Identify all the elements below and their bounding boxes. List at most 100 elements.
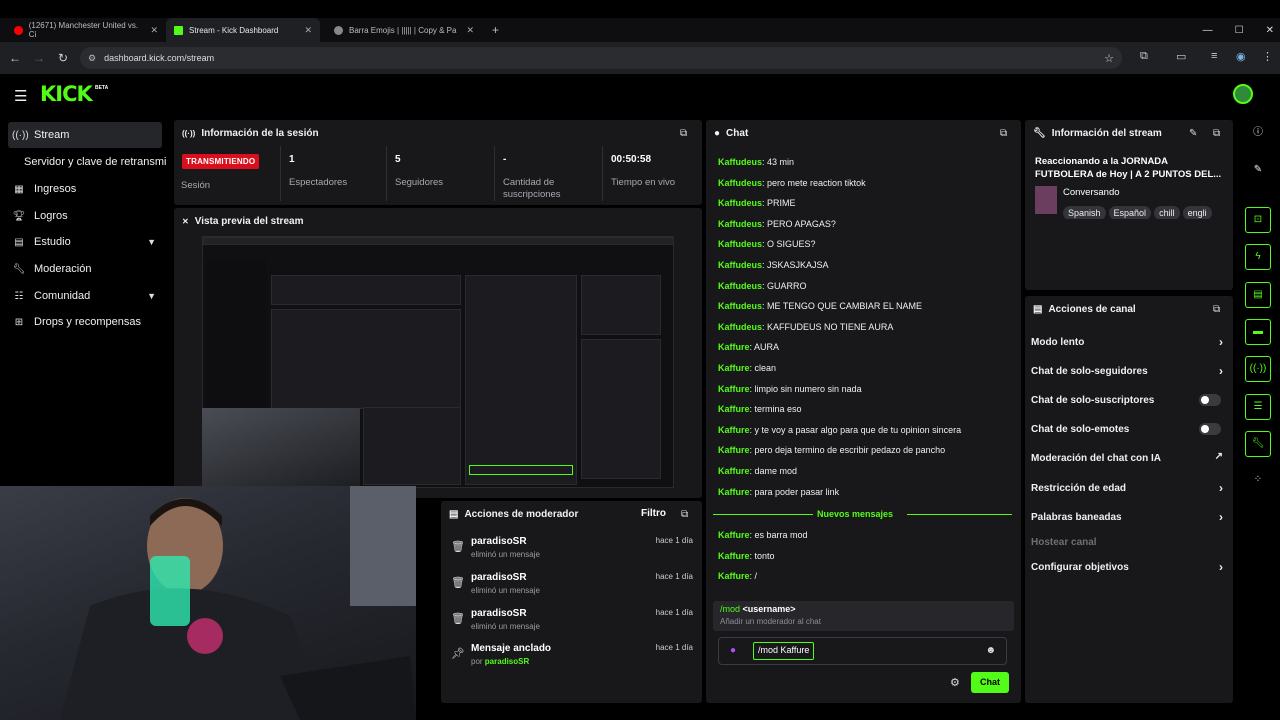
forward-icon[interactable]: →: [27, 51, 51, 65]
sidebar-item-logros[interactable]: 🏆︎ Logros: [8, 203, 162, 229]
chat-message[interactable]: Kaffudeus: GUARRO: [718, 281, 807, 291]
popout-icon[interactable]: ⧉: [1213, 304, 1220, 315]
browser-menu-icon[interactable]: ⋮: [1262, 50, 1273, 63]
chat-username[interactable]: Kaffudeus: [718, 198, 762, 208]
edit-icon[interactable]: ✎: [1245, 158, 1271, 184]
chat-message[interactable]: Kaffudeus: PRIME: [718, 198, 796, 208]
kick-logo[interactable]: KICK: [40, 82, 93, 106]
chat-username[interactable]: Kaffure: [718, 342, 750, 352]
chat-message[interactable]: Kaffudeus: KAFFUDEUS NO TIENE AURA: [718, 322, 893, 332]
popout-icon[interactable]: ⧉: [680, 128, 687, 139]
sidebar-item-server-key[interactable]: Servidor y clave de retransmi: [20, 149, 170, 175]
chat-username[interactable]: Kaffure: [718, 363, 750, 373]
close-tab-icon[interactable]: ✕: [466, 25, 474, 36]
browser-tab-kick[interactable]: Stream - Kick Dashboard ✕: [166, 18, 320, 42]
chat-username[interactable]: Kaffure: [718, 571, 750, 581]
screen-icon[interactable]: ⊡: [1245, 207, 1271, 233]
bookmark-star-icon[interactable]: ☆: [1104, 52, 1114, 65]
chat-message[interactable]: Kaffure: es barra mod: [718, 530, 808, 540]
chat-message[interactable]: Kaffudeus: O SIGUES?: [718, 239, 816, 249]
toggle-switch[interactable]: [1199, 394, 1221, 406]
chat-username[interactable]: Kaffure: [718, 445, 750, 455]
media-icon[interactable]: ≡: [1211, 50, 1217, 62]
pinned-message[interactable]: 📌︎ Mensaje anclado por paradisoSR hace 1…: [451, 643, 693, 677]
chat-username[interactable]: Kaffudeus: [718, 260, 762, 270]
chat-username[interactable]: Kaffure: [718, 425, 750, 435]
chat-message[interactable]: Kaffure: dame mod: [718, 466, 797, 476]
new-messages-divider[interactable]: Nuevos mensajes: [713, 509, 1012, 519]
chat-message[interactable]: Kaffudeus: PERO APAGAS?: [718, 219, 836, 229]
back-icon[interactable]: ←: [3, 51, 27, 65]
chat-message[interactable]: Kaffure: para poder pasar link: [718, 487, 839, 497]
category-name[interactable]: Conversando: [1063, 187, 1120, 198]
window-close-button[interactable]: ✕: [1266, 25, 1274, 36]
chat-message[interactable]: Kaffudeus: ME TENGO QUE CAMBIAR EL NAME: [718, 301, 922, 311]
chat-username[interactable]: Kaffudeus: [718, 157, 762, 167]
chat-username[interactable]: Kaffure: [718, 384, 750, 394]
extensions-icon[interactable]: ⧉: [1140, 50, 1148, 63]
chat-username[interactable]: Kaffure: [718, 404, 750, 414]
send-chat-button[interactable]: Chat: [971, 672, 1009, 693]
list-icon[interactable]: ☰: [1245, 394, 1271, 420]
sidebar-item-stream[interactable]: ((·)) Stream: [8, 122, 162, 148]
toggle-switch[interactable]: [1199, 423, 1221, 435]
apps-icon[interactable]: ⁘: [1245, 468, 1271, 494]
chat-username[interactable]: Kaffudeus: [718, 219, 762, 229]
chat-message[interactable]: Kaffudeus: 43 min: [718, 157, 794, 167]
sidebar-item-estudio[interactable]: ▤ Estudio ▼: [8, 229, 162, 255]
chat-message[interactable]: Kaffudeus: JSKASJKAJSA: [718, 260, 829, 270]
chat-message[interactable]: Kaffure: /: [718, 571, 757, 581]
channel-action-item[interactable]: Chat de solo-seguidores ›: [1031, 364, 1227, 378]
filter-button[interactable]: Filtro: [641, 508, 666, 519]
chat-username[interactable]: Kaffure: [718, 530, 750, 540]
popout-icon[interactable]: ⧉: [1213, 128, 1220, 139]
chat-username[interactable]: Kaffure: [718, 551, 750, 561]
cast-icon[interactable]: ▭: [1176, 50, 1186, 63]
popout-icon[interactable]: ⧉: [681, 509, 688, 520]
site-info-icon[interactable]: ⚙: [88, 53, 96, 64]
channel-action-item[interactable]: Palabras baneadas ›: [1031, 510, 1227, 524]
channel-action-item[interactable]: Configurar objetivos ›: [1031, 560, 1227, 574]
chat-username[interactable]: Kaffudeus: [718, 178, 762, 188]
chat-bubble-icon[interactable]: ▬: [1245, 319, 1271, 345]
chat-input[interactable]: ● /mod Kaffure ☻: [718, 637, 1007, 665]
sidebar-item-drops[interactable]: ⊞ Drops y recompensas: [8, 309, 162, 335]
channel-action-item[interactable]: Chat de solo-emotes: [1031, 423, 1227, 435]
chat-message[interactable]: Kaffure: y te voy a pasar algo para que …: [718, 425, 961, 435]
chat-username[interactable]: Kaffudeus: [718, 301, 762, 311]
browser-tab-emojis[interactable]: Barra Emojis | ||||| | Copy & Pa ✕: [326, 18, 482, 42]
popout-icon[interactable]: ⧉: [1000, 128, 1007, 139]
chat-message[interactable]: Kaffure: tonto: [718, 551, 775, 561]
avatar[interactable]: [1233, 84, 1253, 104]
channel-action-item[interactable]: Moderación del chat con IA ↗: [1031, 451, 1227, 464]
profile-icon[interactable]: ◉: [1236, 50, 1246, 63]
address-bar[interactable]: ⚙ dashboard.kick.com/stream ☆: [80, 47, 1122, 69]
chat-message-list-new[interactable]: Kaffure: es barra mod Kaffure: tonto Kaffu…: [706, 525, 1016, 601]
chat-message[interactable]: Kaffudeus: pero mete reaction tiktok: [718, 178, 866, 188]
chat-message[interactable]: Kaffure: AURA: [718, 342, 779, 352]
chat-message[interactable]: Kaffure: pero deja termino de escribir p…: [718, 445, 945, 455]
chat-username[interactable]: Kaffudeus: [718, 281, 762, 291]
info-icon[interactable]: ⓘ: [1245, 121, 1271, 147]
chat-message[interactable]: Kaffure: limpio sin numero sin nada: [718, 384, 862, 394]
sidebar-item-moderacion[interactable]: 🔧︎ Moderación: [8, 256, 162, 282]
emoji-icon[interactable]: ☻: [985, 645, 996, 656]
chat-username[interactable]: Kaffudeus: [718, 322, 762, 332]
channel-action-item[interactable]: Restricción de edad ›: [1031, 481, 1227, 495]
close-tab-icon[interactable]: ✕: [304, 25, 312, 36]
new-tab-button[interactable]: +: [484, 18, 504, 42]
command-suggestion[interactable]: /mod <username> Añadir un moderador al c…: [713, 601, 1014, 631]
reload-icon[interactable]: ↻: [51, 51, 75, 65]
wrench-icon[interactable]: 🔧︎: [1245, 431, 1271, 457]
microphone-icon[interactable]: ●: [730, 645, 736, 656]
channel-action-item[interactable]: Chat de solo-suscriptores: [1031, 394, 1227, 406]
document-icon[interactable]: ▤: [1245, 282, 1271, 308]
chat-message[interactable]: Kaffure: clean: [718, 363, 776, 373]
chat-username[interactable]: Kaffure: [718, 487, 750, 497]
sidebar-item-comunidad[interactable]: ☷ Comunidad ▼: [8, 283, 162, 309]
chat-settings-icon[interactable]: ⚙: [950, 676, 960, 689]
browser-tab-youtube[interactable]: (12671) Manchester United vs. Ci ✕: [6, 18, 166, 42]
edit-icon[interactable]: ✎: [1189, 128, 1197, 139]
channel-action-item[interactable]: Modo lento ›: [1031, 335, 1227, 349]
chat-username[interactable]: Kaffure: [718, 466, 750, 476]
